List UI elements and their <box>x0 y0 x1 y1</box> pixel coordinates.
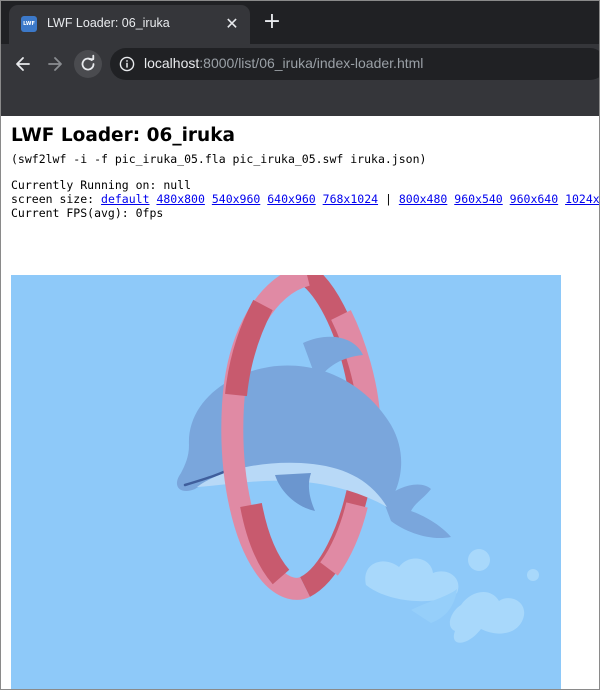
screen-size-label: screen size: <box>11 192 95 206</box>
size-separator: | <box>384 192 392 206</box>
page-title: LWF Loader: 06_iruka <box>11 125 235 146</box>
tab-title: LWF Loader: 06_iruka <box>47 16 170 30</box>
size-link-540x960[interactable]: 540x960 <box>212 192 260 206</box>
url-text: localhost:8000/list/06_iruka/index-loade… <box>144 55 423 71</box>
lwf-stage-canvas[interactable] <box>11 275 561 690</box>
size-link-default[interactable]: default <box>101 192 149 206</box>
close-tab-icon[interactable]: ✕ <box>222 14 242 34</box>
page-content: LWF Loader: 06_iruka (swf2lwf -i -f pic_… <box>0 116 600 690</box>
size-link-1024x768[interactable]: 1024x768 <box>565 192 600 206</box>
command-text: (swf2lwf -i -f pic_iruka_05.fla pic_iruk… <box>11 152 427 166</box>
size-link-640x960[interactable]: 640x960 <box>267 192 315 206</box>
reload-icon <box>81 54 95 71</box>
address-bar[interactable]: localhost:8000/list/06_iruka/index-loade… <box>110 48 600 80</box>
dolphin-hoop-illustration <box>176 275 539 643</box>
bookmarks-area <box>0 84 600 116</box>
size-link-480x800[interactable]: 480x800 <box>156 192 204 206</box>
screen-size-row: screen size: default 480x800 540x960 640… <box>11 192 600 206</box>
tab-strip: LWF LWF Loader: 06_iruka ✕ + <box>0 0 600 44</box>
info-icon[interactable] <box>119 56 135 72</box>
reload-button[interactable] <box>74 50 102 78</box>
size-link-768x1024[interactable]: 768x1024 <box>323 192 378 206</box>
forward-button[interactable] <box>41 50 69 78</box>
dolphin <box>176 336 451 539</box>
browser-tab[interactable]: LWF LWF Loader: 06_iruka ✕ <box>9 5 250 44</box>
size-link-800x480[interactable]: 800x480 <box>399 192 447 206</box>
back-button[interactable] <box>9 50 37 78</box>
size-link-960x540[interactable]: 960x540 <box>454 192 502 206</box>
browser-toolbar: localhost:8000/list/06_iruka/index-loade… <box>0 44 600 84</box>
lwf-favicon-icon: LWF <box>21 16 37 32</box>
url-host: localhost <box>144 55 200 71</box>
size-link-960x640[interactable]: 960x640 <box>510 192 558 206</box>
arrow-right-icon <box>48 57 62 71</box>
water-splash <box>365 549 539 643</box>
arrow-left-icon <box>16 57 30 71</box>
fps-status: Current FPS(avg): 0fps <box>11 206 164 220</box>
url-path: :8000/list/06_iruka/index-loader.html <box>199 55 424 71</box>
new-tab-icon[interactable]: + <box>260 11 284 35</box>
running-status: Currently Running on: null <box>11 178 192 192</box>
